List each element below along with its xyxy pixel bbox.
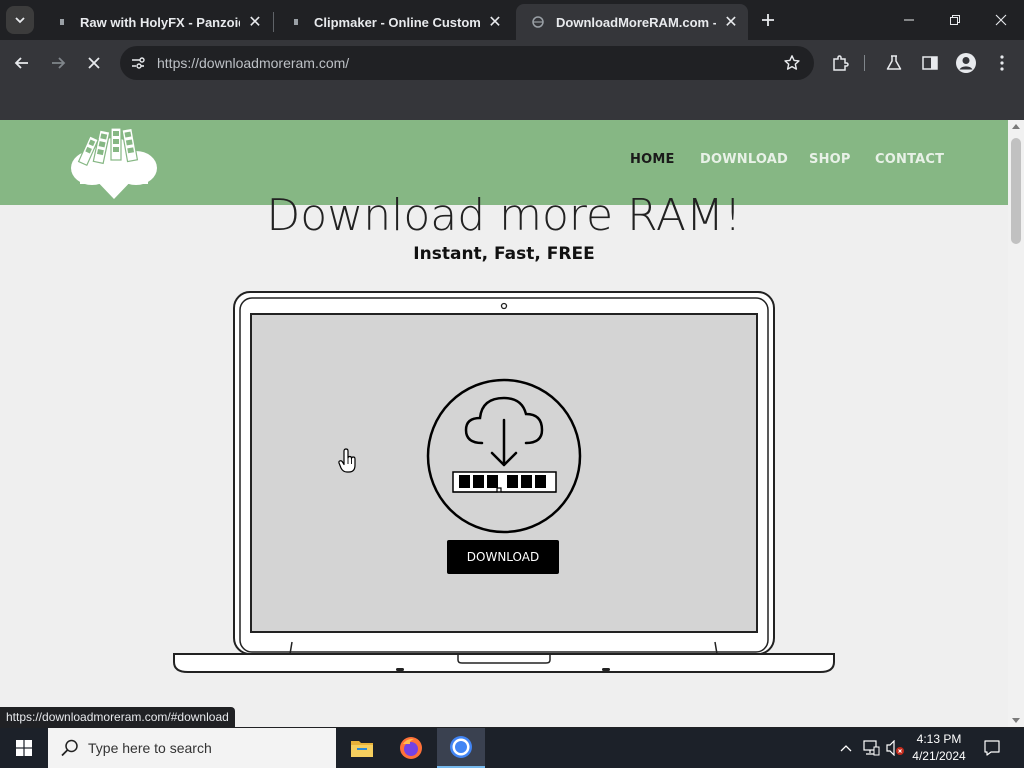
taskbar-firefox[interactable]: [387, 728, 435, 768]
tab-clipmaker[interactable]: Clipmaker - Online Custom Intro ✕: [274, 4, 512, 40]
chrome-icon: [450, 736, 472, 758]
chevron-down-icon: [15, 17, 25, 24]
tab-title: Raw with HolyFX - Panzoid: [80, 14, 240, 30]
side-panel-button[interactable]: [916, 49, 944, 77]
url-text[interactable]: https://downloadmoreram.com/: [157, 55, 349, 71]
search-icon: [61, 739, 78, 757]
scroll-up-icon[interactable]: [1012, 124, 1020, 129]
clock-time: 4:13 PM: [916, 732, 962, 746]
close-icon: [88, 57, 100, 69]
hero-subtitle: Instant, Fast, FREE: [413, 244, 595, 264]
profile-button[interactable]: [952, 49, 980, 77]
nav-download[interactable]: DOWNLOAD: [700, 152, 788, 167]
status-link-preview: https://downloadmoreram.com/#download: [0, 707, 235, 727]
laptop-illustration: [173, 291, 835, 673]
extensions-button[interactable]: [826, 49, 854, 77]
browser-toolbar: https://downloadmoreram.com/: [0, 40, 1024, 86]
side-panel-icon: [922, 56, 938, 70]
bookmark-star-icon[interactable]: [782, 53, 802, 73]
bookmarks-bar: [0, 86, 1024, 120]
network-icon: [863, 740, 880, 756]
stop-loading-button[interactable]: [80, 49, 108, 77]
restore-button[interactable]: [932, 0, 978, 40]
more-vert-icon: [1000, 55, 1004, 71]
close-icon: [995, 14, 1007, 26]
close-icon[interactable]: ✕: [722, 13, 740, 31]
taskbar-file-explorer[interactable]: [338, 728, 386, 768]
scrollbar-thumb[interactable]: [1011, 138, 1021, 244]
browser-menu-button[interactable]: [988, 49, 1016, 77]
puzzle-icon: [833, 55, 849, 71]
arrow-right-icon: [52, 57, 66, 69]
arrow-left-icon: [14, 57, 28, 69]
tab-search-button[interactable]: [6, 6, 34, 34]
tab-title: Clipmaker - Online Custom Intro: [314, 14, 480, 30]
clock-date: 4/21/2024: [912, 749, 966, 763]
new-tab-button[interactable]: [756, 8, 780, 32]
tray-overflow-button[interactable]: [836, 728, 856, 768]
taskbar-search-box[interactable]: Type here to search: [48, 728, 336, 768]
hand-cursor-icon: [338, 448, 356, 473]
back-button[interactable]: [8, 49, 36, 77]
address-bar[interactable]: https://downloadmoreram.com/: [120, 46, 814, 80]
restore-icon: [950, 15, 960, 25]
flask-icon: [886, 55, 902, 70]
clipmaker-favicon-icon: [288, 14, 304, 30]
windows-logo-icon: [16, 740, 32, 756]
minimize-icon: [904, 19, 914, 21]
plus-icon: [762, 14, 774, 26]
hero-title: Download more RAM!: [266, 190, 742, 241]
taskbar-chrome[interactable]: [437, 728, 485, 768]
tab-panzoid[interactable]: Raw with HolyFX - Panzoid ✕: [40, 4, 272, 40]
ram-cloud-logo-icon[interactable]: [70, 126, 158, 200]
site-info-icon[interactable]: [126, 51, 150, 75]
labs-button[interactable]: [880, 49, 908, 77]
notification-center-button[interactable]: [978, 728, 1006, 768]
tab-strip: Raw with HolyFX - Panzoid ✕ Clipmaker - …: [0, 0, 1024, 40]
firefox-icon: [400, 737, 422, 759]
windows-taskbar: Type here to search 4:13 PM 4/21/2024: [0, 728, 1024, 768]
close-icon[interactable]: ✕: [246, 13, 264, 31]
web-page: HOME DOWNLOAD SHOP CONTACT Download more…: [0, 120, 1008, 727]
volume-muted-icon: [886, 740, 904, 756]
forward-button[interactable]: [44, 49, 72, 77]
search-placeholder: Type here to search: [88, 740, 212, 756]
start-button[interactable]: [0, 728, 48, 768]
loading-globe-icon: [530, 14, 546, 30]
nav-contact[interactable]: CONTACT: [875, 152, 944, 167]
network-tray-button[interactable]: [860, 728, 882, 768]
tab-title: DownloadMoreRAM.com - CloudRAM: [556, 14, 716, 30]
nav-home[interactable]: HOME: [630, 152, 675, 167]
taskbar-clock[interactable]: 4:13 PM 4/21/2024: [908, 731, 970, 765]
toolbar-divider: [864, 55, 865, 71]
nav-shop[interactable]: SHOP: [809, 152, 851, 167]
close-icon[interactable]: ✕: [486, 13, 504, 31]
scroll-down-icon[interactable]: [1012, 718, 1020, 723]
chevron-up-icon: [840, 745, 852, 752]
page-scrollbar[interactable]: [1008, 120, 1024, 727]
tab-downloadmoreram[interactable]: DownloadMoreRAM.com - CloudRAM ✕: [516, 4, 748, 40]
minimize-button[interactable]: [886, 0, 932, 40]
close-window-button[interactable]: [978, 0, 1024, 40]
download-ram-button[interactable]: DOWNLOAD: [447, 540, 559, 574]
folder-icon: [351, 741, 373, 757]
volume-tray-button[interactable]: [884, 728, 906, 768]
panzoid-favicon-icon: [54, 14, 70, 30]
avatar-icon: [956, 53, 976, 73]
notification-icon: [984, 740, 1000, 756]
